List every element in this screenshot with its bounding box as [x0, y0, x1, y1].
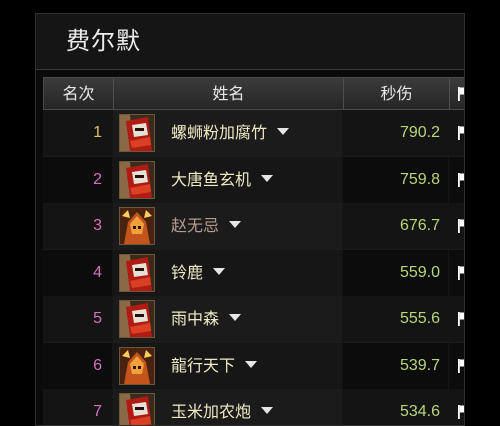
rank-number: 1	[93, 124, 102, 141]
player-avatar	[119, 114, 155, 152]
flag-icon[interactable]	[457, 311, 465, 327]
name-cell: 铃鹿	[113, 249, 343, 296]
player-avatar	[119, 346, 155, 385]
name-cell: 龍行天下	[113, 342, 343, 389]
dps-cell: 790.2	[343, 110, 449, 156]
name-cell: 螺蛳粉加腐竹	[113, 110, 343, 156]
player-avatar	[119, 393, 155, 425]
flag-icon[interactable]	[457, 86, 465, 102]
table-header: 名次 姓名 秒伤	[43, 77, 465, 110]
table-row[interactable]: 2 大唐鱼玄机 759.8	[43, 156, 465, 203]
dps-cell: 555.6	[343, 296, 449, 342]
table-row[interactable]: 5 雨中森 555.6	[43, 296, 465, 343]
flag-cell	[449, 342, 465, 389]
dps-value: 559.0	[399, 263, 440, 281]
leaderboard-panel: 费尔默 名次 姓名 秒伤 1 螺蛳粉加腐竹 790.2 2 大唐鱼玄机 759.8 3 赵无忌…	[35, 13, 465, 426]
dropdown-arrow-icon[interactable]	[261, 407, 274, 414]
rank-cell: 5	[43, 296, 113, 342]
table-row[interactable]: 3 赵无忌 676.7	[43, 203, 465, 250]
flag-cell	[449, 249, 465, 296]
dps-cell: 759.8	[343, 156, 449, 203]
flag-cell	[449, 203, 465, 249]
dropdown-arrow-icon[interactable]	[261, 174, 274, 182]
table-row[interactable]: 4 铃鹿 559.0	[43, 249, 465, 296]
dps-cell: 559.0	[343, 249, 449, 296]
flag-icon[interactable]	[457, 265, 465, 281]
header-flag[interactable]	[450, 78, 465, 109]
table-row[interactable]: 7 玉米加农炮 534.6	[43, 389, 465, 425]
dps-value: 790.2	[399, 124, 440, 141]
rank-number: 2	[93, 170, 102, 188]
rank-number: 3	[93, 217, 102, 234]
player-name-text: 雨中森	[171, 309, 220, 328]
rank-cell: 2	[43, 156, 113, 203]
dps-cell: 539.7	[343, 342, 449, 389]
player-avatar	[119, 160, 155, 199]
dropdown-arrow-icon[interactable]	[245, 360, 258, 368]
dps-value: 539.7	[399, 356, 440, 374]
rank-cell: 3	[43, 203, 113, 249]
player-name: 大唐鱼玄机	[171, 157, 274, 203]
player-name: 龍行天下	[171, 343, 258, 389]
flag-icon[interactable]	[457, 358, 465, 374]
player-name: 玉米加农炮	[171, 389, 274, 425]
player-name-text: 螺蛳粉加腐竹	[171, 123, 268, 142]
flag-icon[interactable]	[457, 218, 465, 234]
player-avatar	[119, 300, 155, 338]
dropdown-arrow-icon[interactable]	[277, 128, 290, 135]
rank-cell: 1	[43, 110, 113, 156]
dps-cell: 534.6	[343, 389, 449, 425]
dps-value: 534.6	[399, 403, 440, 420]
player-name: 螺蛳粉加腐竹	[171, 110, 290, 156]
flag-icon[interactable]	[457, 404, 465, 420]
player-name: 雨中森	[171, 296, 242, 342]
player-name-text: 赵无忌	[171, 216, 220, 235]
rank-cell: 4	[43, 249, 113, 296]
flag-cell	[449, 110, 465, 156]
flag-icon[interactable]	[457, 125, 465, 141]
player-name-text: 龍行天下	[171, 355, 236, 375]
dropdown-arrow-icon[interactable]	[213, 267, 226, 275]
header-name[interactable]: 姓名	[114, 78, 344, 109]
player-name: 铃鹿	[171, 250, 226, 296]
dps-cell: 676.7	[343, 203, 449, 249]
player-name-text: 玉米加农炮	[171, 402, 252, 421]
rank-number: 4	[93, 263, 102, 281]
dps-value: 759.8	[399, 170, 440, 188]
name-cell: 玉米加农炮	[113, 389, 343, 425]
name-cell: 大唐鱼玄机	[113, 156, 343, 203]
panel-title-bar: 费尔默	[36, 14, 464, 70]
panel-title: 费尔默	[66, 27, 141, 55]
header-dps[interactable]: 秒伤	[344, 78, 450, 109]
player-avatar	[119, 253, 155, 292]
flag-cell	[449, 296, 465, 342]
name-cell: 赵无忌	[113, 203, 343, 249]
name-cell: 雨中森	[113, 296, 343, 342]
rank-number: 5	[93, 310, 102, 327]
dps-value: 555.6	[399, 310, 440, 327]
rank-number: 7	[93, 403, 102, 420]
table-body: 1 螺蛳粉加腐竹 790.2 2 大唐鱼玄机 759.8 3 赵无忌 676.7 4 铃鹿 559.0…	[43, 110, 465, 425]
flag-cell	[449, 389, 465, 425]
flag-cell	[449, 156, 465, 203]
dropdown-arrow-icon[interactable]	[229, 314, 242, 321]
rank-cell: 6	[43, 342, 113, 389]
player-name-text: 铃鹿	[171, 262, 204, 282]
flag-icon[interactable]	[457, 172, 465, 188]
player-avatar	[119, 207, 155, 245]
dropdown-arrow-icon[interactable]	[229, 221, 242, 228]
dps-value: 676.7	[399, 217, 440, 234]
table-row[interactable]: 6 龍行天下 539.7	[43, 342, 465, 389]
player-name-text: 大唐鱼玄机	[171, 169, 252, 189]
rank-cell: 7	[43, 389, 113, 425]
dps-ranking-table: 名次 姓名 秒伤 1 螺蛳粉加腐竹 790.2 2 大唐鱼玄机 759.8 3 赵无忌 676.…	[43, 77, 465, 425]
table-row[interactable]: 1 螺蛳粉加腐竹 790.2	[43, 110, 465, 157]
header-rank[interactable]: 名次	[44, 78, 114, 109]
rank-number: 6	[93, 356, 102, 374]
player-name: 赵无忌	[171, 203, 242, 249]
